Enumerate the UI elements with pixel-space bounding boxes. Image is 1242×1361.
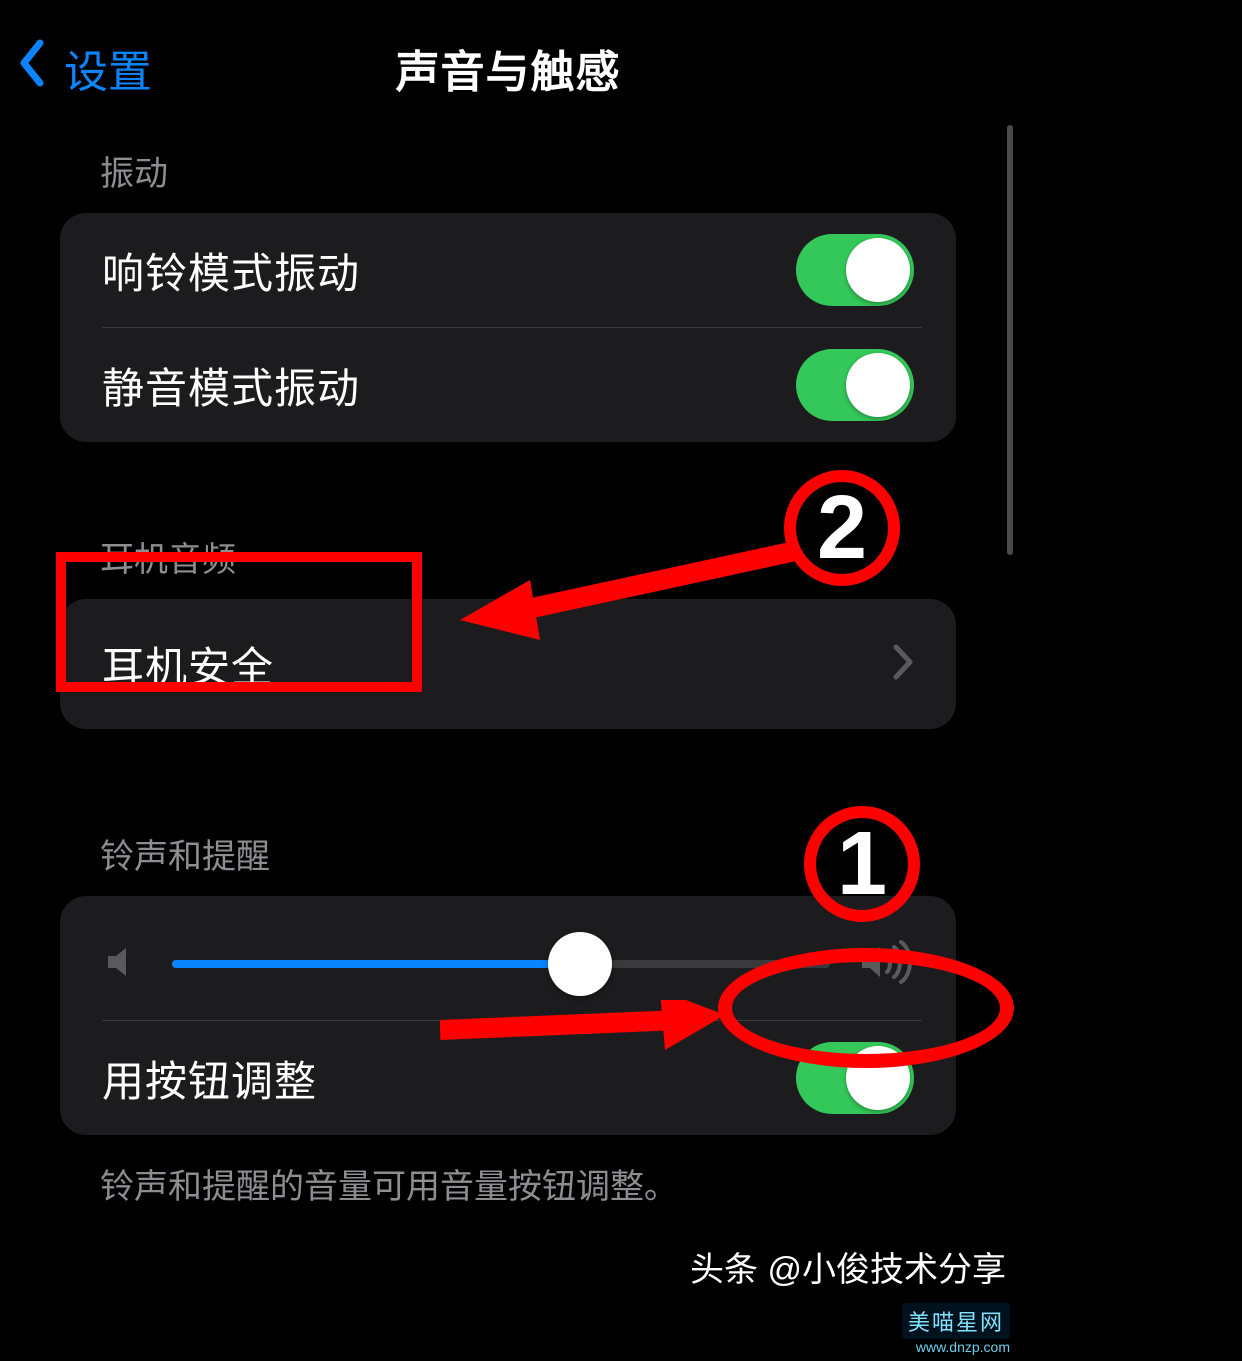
volume-low-icon [102, 942, 142, 987]
page-title: 声音与触感 [0, 36, 1016, 100]
chevron-right-icon [892, 643, 914, 686]
section-header-ringer: 铃声和提醒 [60, 829, 956, 896]
watermark-site: 美喵星网 www.dnzp.com [902, 1303, 1010, 1355]
row-headphone-safety[interactable]: 耳机安全 [94, 599, 922, 729]
watermark-site-name: 美喵星网 [902, 1303, 1010, 1339]
row-label: 响铃模式振动 [102, 240, 360, 301]
row-silent-vibrate[interactable]: 静音模式振动 [94, 328, 922, 442]
row-change-with-buttons[interactable]: 用按钮调整 [94, 1021, 922, 1135]
section-header-headphone: 耳机音频 [60, 532, 956, 599]
vibration-group: 响铃模式振动 静音模式振动 [60, 213, 956, 442]
row-ring-vibrate[interactable]: 响铃模式振动 [94, 213, 922, 327]
volume-slider[interactable] [172, 936, 830, 992]
row-label: 用按钮调整 [102, 1048, 317, 1109]
watermark-site-url: www.dnzp.com [916, 1339, 1010, 1355]
chevron-left-icon [18, 39, 46, 98]
watermark-toutiao: 头条 @小俊技术分享 [690, 1242, 1006, 1291]
section-footer-ringer: 铃声和提醒的音量可用音量按钮调整。 [60, 1135, 956, 1208]
volume-high-icon [860, 940, 914, 989]
row-volume-slider [94, 896, 922, 1020]
toggle-change-with-buttons[interactable] [796, 1042, 914, 1114]
row-label: 静音模式振动 [102, 355, 360, 416]
headphone-group: 耳机安全 [60, 599, 956, 729]
back-button[interactable]: 设置 [18, 36, 152, 100]
nav-bar: 设置 声音与触感 [0, 0, 1016, 118]
settings-screen: 设置 声音与触感 振动 响铃模式振动 静音模式振动 耳机音频 耳机安全 [0, 0, 1016, 1361]
ringer-group: 用按钮调整 [60, 896, 956, 1135]
section-header-vibration: 振动 [60, 146, 956, 213]
toggle-ring-vibrate[interactable] [796, 234, 914, 306]
toggle-silent-vibrate[interactable] [796, 349, 914, 421]
back-label: 设置 [64, 36, 152, 100]
row-label: 耳机安全 [102, 634, 274, 695]
